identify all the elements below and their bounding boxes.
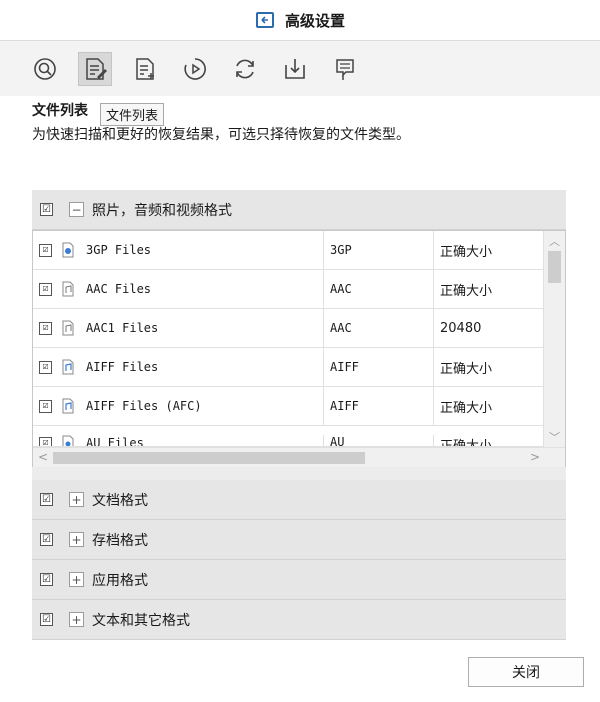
file-type-name: AAC Files [86,282,152,296]
row-checkbox[interactable]: ☑ [39,282,52,296]
horizontal-scroll-thumb[interactable] [53,452,365,464]
file-type-name: AIFF Files (AFC) [86,399,202,413]
file-extension: AU [324,435,434,446]
table-row[interactable]: ☑ AAC1 Files AAC 20480 [33,309,543,348]
vertical-scrollbar[interactable]: ︿ ﹀ [543,231,565,447]
section-description: 为快速扫描和更好的恢复结果，可选只择待恢复的文件类型。 [32,127,410,143]
scroll-right-icon[interactable]: > [530,450,540,464]
refresh-button[interactable] [228,52,262,86]
file-type-name: 3GP Files [86,243,152,257]
play-button[interactable] [178,52,212,86]
flag-icon [336,58,354,80]
file-type-name: AIFF Files [86,360,159,374]
download-icon [285,58,305,79]
collapse-toggle[interactable]: − [69,202,84,217]
file-size-setting[interactable]: 正确大小 [434,387,543,425]
file-extension: AIFF [324,387,434,425]
category-checkbox[interactable]: ☑ [40,533,53,546]
category-documents[interactable]: ☑ + 文档格式 [32,480,566,520]
scan-icon [34,57,56,80]
file-type-name: AU Files [86,436,144,447]
file-extension: 3GP [324,231,434,269]
back-arrow-icon[interactable] [255,11,275,29]
play-icon [184,57,206,80]
table-row[interactable]: ☑ AAC Files AAC 正确大小 [33,270,543,309]
close-button[interactable]: 关闭 [468,657,584,687]
file-extension: AIFF [324,348,434,386]
music-file-icon [62,398,74,414]
file-list-button[interactable] [78,51,112,86]
vertical-scroll-thumb[interactable] [548,251,561,283]
file-add-button[interactable] [128,52,162,86]
title-bar: 高级设置 [0,0,600,40]
table-row[interactable]: ☑ AIFF Files AIFF 正确大小 [33,348,543,387]
sound-file-icon [62,435,74,446]
table-row[interactable]: ☑ 3GP Files 3GP 正确大小 [33,231,543,270]
audio-file-icon [62,281,74,297]
file-size-setting[interactable]: 正确大小 [434,270,543,308]
category-photo-audio-video[interactable]: ☑ − 照片，音频和视频格式 [32,190,566,230]
download-button[interactable] [278,52,312,86]
category-label: 应用格式 [92,572,148,589]
category-checkbox[interactable]: ☑ [40,493,53,506]
category-text-other[interactable]: ☑ + 文本和其它格式 [32,600,566,640]
category-checkbox[interactable]: ☑ [40,203,53,216]
row-checkbox[interactable]: ☑ [39,360,52,374]
row-checkbox[interactable]: ☑ [39,399,52,413]
category-checkbox[interactable]: ☑ [40,573,53,586]
refresh-icon [236,59,254,78]
row-checkbox[interactable]: ☑ [39,321,52,335]
audio-file-icon [62,320,74,336]
scan-button[interactable] [28,52,62,86]
horizontal-scrollbar[interactable]: < > [33,447,565,467]
section-title: 文件列表 [32,103,88,119]
scroll-left-icon[interactable]: < [38,450,48,464]
table-row[interactable]: ☑ AU Files AU 正确大小 [33,426,543,447]
file-list-icon [86,57,107,80]
file-type-panel: ☑ − 照片，音频和视频格式 ☑ 3GP Files 3GP 正确大小 ☑ AA… [32,190,566,640]
file-size-setting[interactable]: 正确大小 [434,231,543,269]
category-label: 存档格式 [92,532,148,549]
expand-toggle[interactable]: + [69,532,84,547]
expand-toggle[interactable]: + [69,492,84,507]
row-checkbox[interactable]: ☑ [39,436,52,446]
category-applications[interactable]: ☑ + 应用格式 [32,560,566,600]
file-type-name: AAC1 Files [86,321,159,335]
file-size-setting[interactable]: 正确大小 [434,348,543,386]
category-checkbox[interactable]: ☑ [40,613,53,626]
file-size-setting[interactable]: 正确大小 [434,435,543,446]
toolbar [0,40,600,96]
file-extension: AAC [324,309,434,347]
flag-button[interactable] [328,52,362,86]
file-extension: AAC [324,270,434,308]
music-file-icon [62,359,74,375]
toolbar-tooltip: 文件列表 [100,103,165,126]
video-file-icon [62,242,74,258]
category-label: 文档格式 [92,492,148,509]
category-label: 文本和其它格式 [92,612,190,629]
scroll-up-icon[interactable]: ︿ [549,233,560,249]
file-add-icon [136,57,154,80]
category-label: 照片，音频和视频格式 [92,202,232,219]
table-row[interactable]: ☑ AIFF Files (AFC) AIFF 正确大小 [33,387,543,426]
window-title: 高级设置 [284,11,345,30]
row-checkbox[interactable]: ☑ [39,243,52,257]
category-archives[interactable]: ☑ + 存档格式 [32,520,566,560]
file-size-setting[interactable]: 20480 [434,309,543,347]
expand-toggle[interactable]: + [69,612,84,627]
scroll-down-icon[interactable]: ﹀ [549,429,560,445]
expand-toggle[interactable]: + [69,572,84,587]
file-type-table: ☑ 3GP Files 3GP 正确大小 ☑ AAC Files AAC 正确大… [32,230,566,467]
